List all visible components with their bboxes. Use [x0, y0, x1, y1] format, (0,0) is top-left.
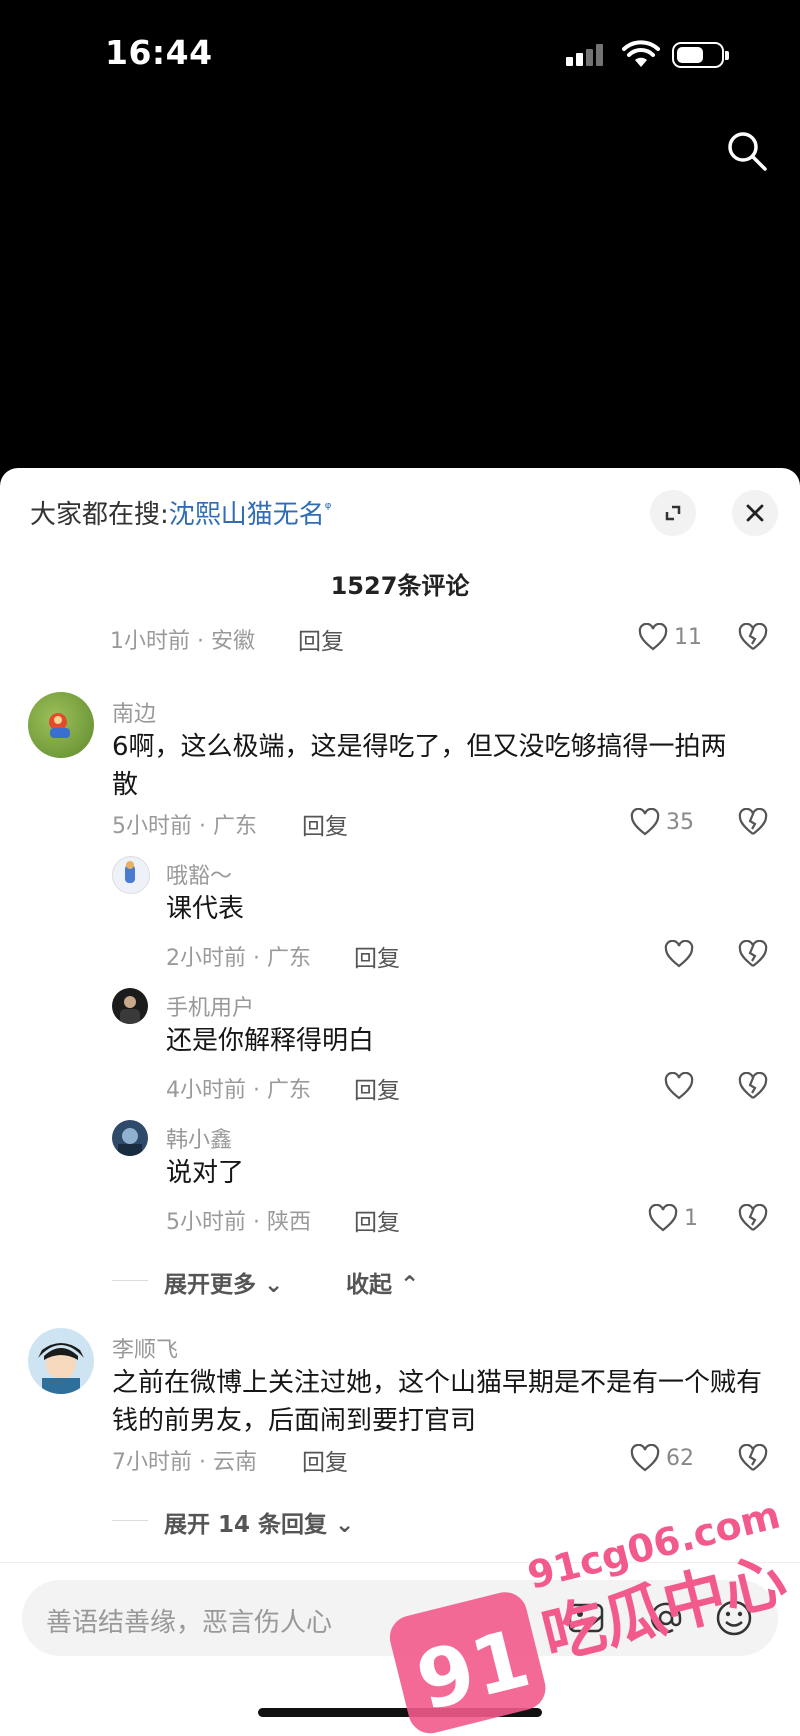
avatar[interactable]	[112, 1120, 148, 1156]
fullscreen-button[interactable]	[650, 490, 696, 536]
avatar[interactable]	[112, 856, 150, 894]
expand-more-label: 展开更多	[164, 1272, 256, 1298]
avatar[interactable]	[112, 988, 148, 1024]
fullscreen-icon	[665, 505, 681, 521]
reply-button[interactable]: 回复	[354, 1203, 400, 1237]
reply-button[interactable]: 回复	[354, 1071, 400, 1105]
heart-icon[interactable]	[630, 1444, 660, 1472]
chevron-down-icon: ⌄	[256, 1272, 284, 1298]
watermark-logo: 91 91cg06.com 吃瓜中心	[389, 1493, 793, 1734]
collapse-label: 收起	[346, 1272, 392, 1298]
chevron-down-icon: ⌄	[327, 1512, 355, 1538]
wifi-icon	[622, 40, 660, 67]
broken-heart-icon[interactable]	[738, 623, 768, 651]
heart-icon[interactable]	[648, 1204, 678, 1232]
heart-icon[interactable]	[630, 808, 660, 836]
reply-button[interactable]: 回复	[298, 622, 344, 656]
like-count: 11	[674, 625, 702, 650]
broken-heart-icon[interactable]	[738, 1444, 768, 1472]
comment-meta: 7小时前 · 云南	[112, 1450, 257, 1475]
hot-search-label: 大家都在搜:	[30, 500, 169, 530]
reply-button[interactable]: 回复	[302, 1443, 348, 1477]
heart-icon[interactable]	[638, 623, 668, 651]
comment-meta: 1小时前 · 安徽	[110, 629, 255, 654]
reply-meta: 2小时前 · 广东	[166, 946, 311, 971]
broken-heart-icon[interactable]	[738, 1204, 768, 1232]
reply-meta: 4小时前 · 广东	[166, 1078, 311, 1103]
reply-text: 课代表	[166, 894, 245, 924]
reply-author[interactable]: 手机用户	[166, 990, 254, 1022]
like-count: 35	[666, 810, 694, 835]
comment-author[interactable]: 南边	[112, 696, 156, 728]
comment-count: 1527条评论	[330, 572, 470, 600]
close-button[interactable]	[732, 490, 778, 536]
close-icon	[746, 504, 764, 522]
avatar[interactable]	[28, 692, 94, 758]
expand-replies-button[interactable]: 展开 14 条回复 ⌄	[164, 1505, 354, 1539]
chevron-up-icon: ⌃	[392, 1272, 420, 1298]
broken-heart-icon[interactable]	[738, 808, 768, 836]
avatar[interactable]	[28, 1328, 94, 1394]
reply-button[interactable]: 回复	[302, 807, 348, 841]
comment-author[interactable]: 李顺飞	[112, 1332, 178, 1364]
heart-icon[interactable]	[664, 940, 694, 968]
search-icon[interactable]	[726, 130, 768, 172]
battery-icon	[672, 42, 729, 68]
reply-text: 说对了	[166, 1158, 245, 1188]
collapse-button[interactable]: 收起 ⌃	[346, 1265, 419, 1299]
reply-meta: 5小时前 · 陕西	[166, 1210, 311, 1235]
status-time: 16:44	[105, 33, 213, 72]
signal-icon	[566, 44, 608, 66]
broken-heart-icon[interactable]	[738, 940, 768, 968]
hot-search[interactable]: 大家都在搜:沈熙山猫无名ᵠ	[30, 494, 331, 531]
expand-divider	[112, 1280, 148, 1281]
reply-author[interactable]: 韩小鑫	[166, 1122, 232, 1154]
search-small-icon: ᵠ	[324, 498, 332, 518]
reply-button[interactable]: 回复	[354, 939, 400, 973]
like-count: 1	[684, 1206, 698, 1231]
reply-author[interactable]: 哦豁～	[166, 858, 232, 890]
comment-input-placeholder: 善语结善缘，恶言伤人心	[46, 1608, 333, 1638]
expand-replies-label: 展开 14 条回复	[164, 1512, 328, 1538]
comment-text: 6啊，这么极端，这是得吃了，但又没吃够搞得一拍两散	[112, 732, 727, 800]
like-count: 62	[666, 1446, 694, 1471]
status-bar: 16:44	[0, 0, 800, 110]
expand-more-button[interactable]: 展开更多 ⌄	[164, 1265, 283, 1299]
hot-search-term[interactable]: 沈熙山猫无名	[169, 500, 325, 530]
expand-divider	[112, 1520, 148, 1521]
comment-meta: 5小时前 · 广东	[112, 814, 257, 839]
reply-text: 还是你解释得明白	[166, 1026, 375, 1056]
comment-text: 之前在微博上关注过她，这个山猫早期是不是有一个贼有钱的前男友，后面闹到要打官司	[112, 1368, 763, 1436]
heart-icon[interactable]	[664, 1072, 694, 1100]
broken-heart-icon[interactable]	[738, 1072, 768, 1100]
